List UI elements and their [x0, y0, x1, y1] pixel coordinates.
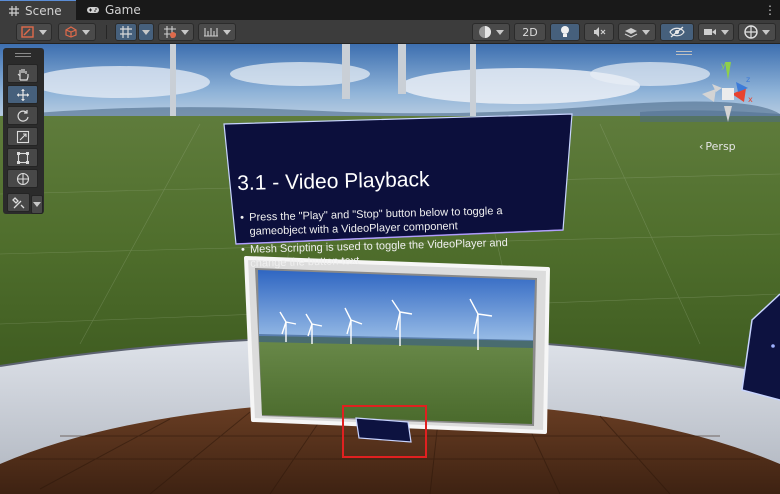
chevron-down-icon [82, 29, 90, 35]
rotate-tool-icon [16, 109, 29, 122]
transform-tool-button[interactable] [7, 169, 38, 188]
palette-drag-handle[interactable] [15, 53, 31, 57]
hand-tool-icon [17, 68, 29, 81]
custom-tool-button[interactable] [7, 193, 30, 212]
chevron-down-icon [39, 29, 47, 35]
y-axis-cone[interactable] [725, 62, 731, 80]
neg-x-axis-cone[interactable] [702, 89, 716, 102]
lighting-dropdown[interactable] [472, 23, 510, 41]
svg-text:z: z [746, 75, 750, 84]
grid-snapping-toggle[interactable] [115, 23, 137, 41]
grid-visibility-icon [164, 26, 176, 38]
chevron-down-icon [142, 29, 150, 35]
tool-palette [3, 48, 44, 214]
chevron-down-icon [721, 29, 729, 35]
projection-label: Persp [705, 140, 736, 153]
chevron-down-icon [33, 202, 41, 207]
more-options-icon[interactable]: ⋮ [764, 3, 776, 17]
scene-toolbar: 2D [0, 20, 780, 44]
svg-text:x: x [748, 95, 753, 104]
toolbar-divider [106, 25, 107, 39]
shaded-mode-icon [21, 26, 34, 38]
scene-lighting-toggle[interactable] [550, 23, 580, 41]
layers-icon [624, 28, 638, 38]
chevron-down-icon [181, 29, 189, 35]
hidden-objects-toggle[interactable] [660, 23, 694, 41]
custom-tool-dropdown[interactable] [31, 195, 43, 214]
gizmo-drag-handle[interactable] [676, 51, 692, 55]
gizmo-center-cube[interactable] [722, 88, 734, 100]
grid-icon [8, 5, 20, 17]
increment-snap-dropdown[interactable] [198, 23, 236, 41]
gizmos-dropdown[interactable] [738, 23, 776, 41]
chevron-down-icon [223, 29, 231, 35]
scale-tool-button[interactable] [7, 127, 38, 146]
rect-tool-button[interactable] [7, 148, 38, 167]
move-tool-button[interactable] [7, 85, 38, 104]
highlight-box [342, 405, 427, 458]
scale-tool-icon [16, 130, 29, 143]
chevron-down-icon [496, 29, 504, 35]
chevron-down-icon [762, 29, 770, 35]
cube-icon [65, 26, 77, 38]
grid-visibility-dropdown[interactable] [158, 23, 194, 41]
panel-title: 3.1 - Video Playback [237, 167, 430, 195]
tab-scene[interactable]: Scene [0, 0, 76, 20]
tab-game[interactable]: Game [78, 0, 148, 20]
speaker-mute-icon [594, 27, 606, 37]
grid-snapping-dropdown[interactable] [138, 23, 154, 41]
svg-text:y: y [721, 61, 726, 70]
draw-mode-dropdown[interactable] [16, 23, 52, 41]
move-tool-icon [16, 88, 29, 101]
camera-icon [704, 29, 716, 35]
ruler-icon [204, 28, 218, 37]
custom-tool-icon [11, 196, 24, 208]
unity-editor-scene-view: Scene Game ⋮ 2D 3.1 - Video Playback • P… [0, 0, 780, 494]
editor-tab-bar: Scene Game ⋮ [0, 0, 780, 20]
render-mode-dropdown[interactable] [58, 23, 96, 41]
toggle-2d-button[interactable]: 2D [514, 23, 546, 41]
gamepad-icon [86, 4, 100, 16]
tab-game-label: Game [105, 3, 141, 17]
panel-bullet: Mesh Scripting is used to toggle the Vid… [241, 236, 542, 271]
projection-toggle[interactable]: ‹ Persp [699, 140, 736, 153]
light-bulb-icon [561, 26, 569, 37]
panel-bullet-list: Press the "Play" and "Stop" button below… [240, 204, 542, 276]
chevron-left-icon: ‹ [699, 140, 704, 153]
orientation-gizmo[interactable]: y x z [694, 58, 760, 128]
neg-y-axis-cone[interactable] [724, 106, 732, 122]
grid-snap-icon [120, 26, 132, 38]
tab-scene-label: Scene [25, 3, 62, 18]
audio-toggle[interactable] [584, 23, 614, 41]
sphere-icon [479, 26, 491, 38]
chevron-down-icon [642, 29, 650, 35]
effects-dropdown[interactable] [618, 23, 656, 41]
camera-dropdown[interactable] [698, 23, 734, 41]
hand-tool-button[interactable] [7, 64, 38, 83]
eye-slash-icon [669, 26, 685, 38]
toggle-2d-label: 2D [522, 25, 538, 39]
rotate-tool-button[interactable] [7, 106, 38, 125]
rect-tool-icon [16, 151, 29, 164]
transform-tool-icon [16, 172, 29, 185]
globe-icon [744, 25, 758, 39]
